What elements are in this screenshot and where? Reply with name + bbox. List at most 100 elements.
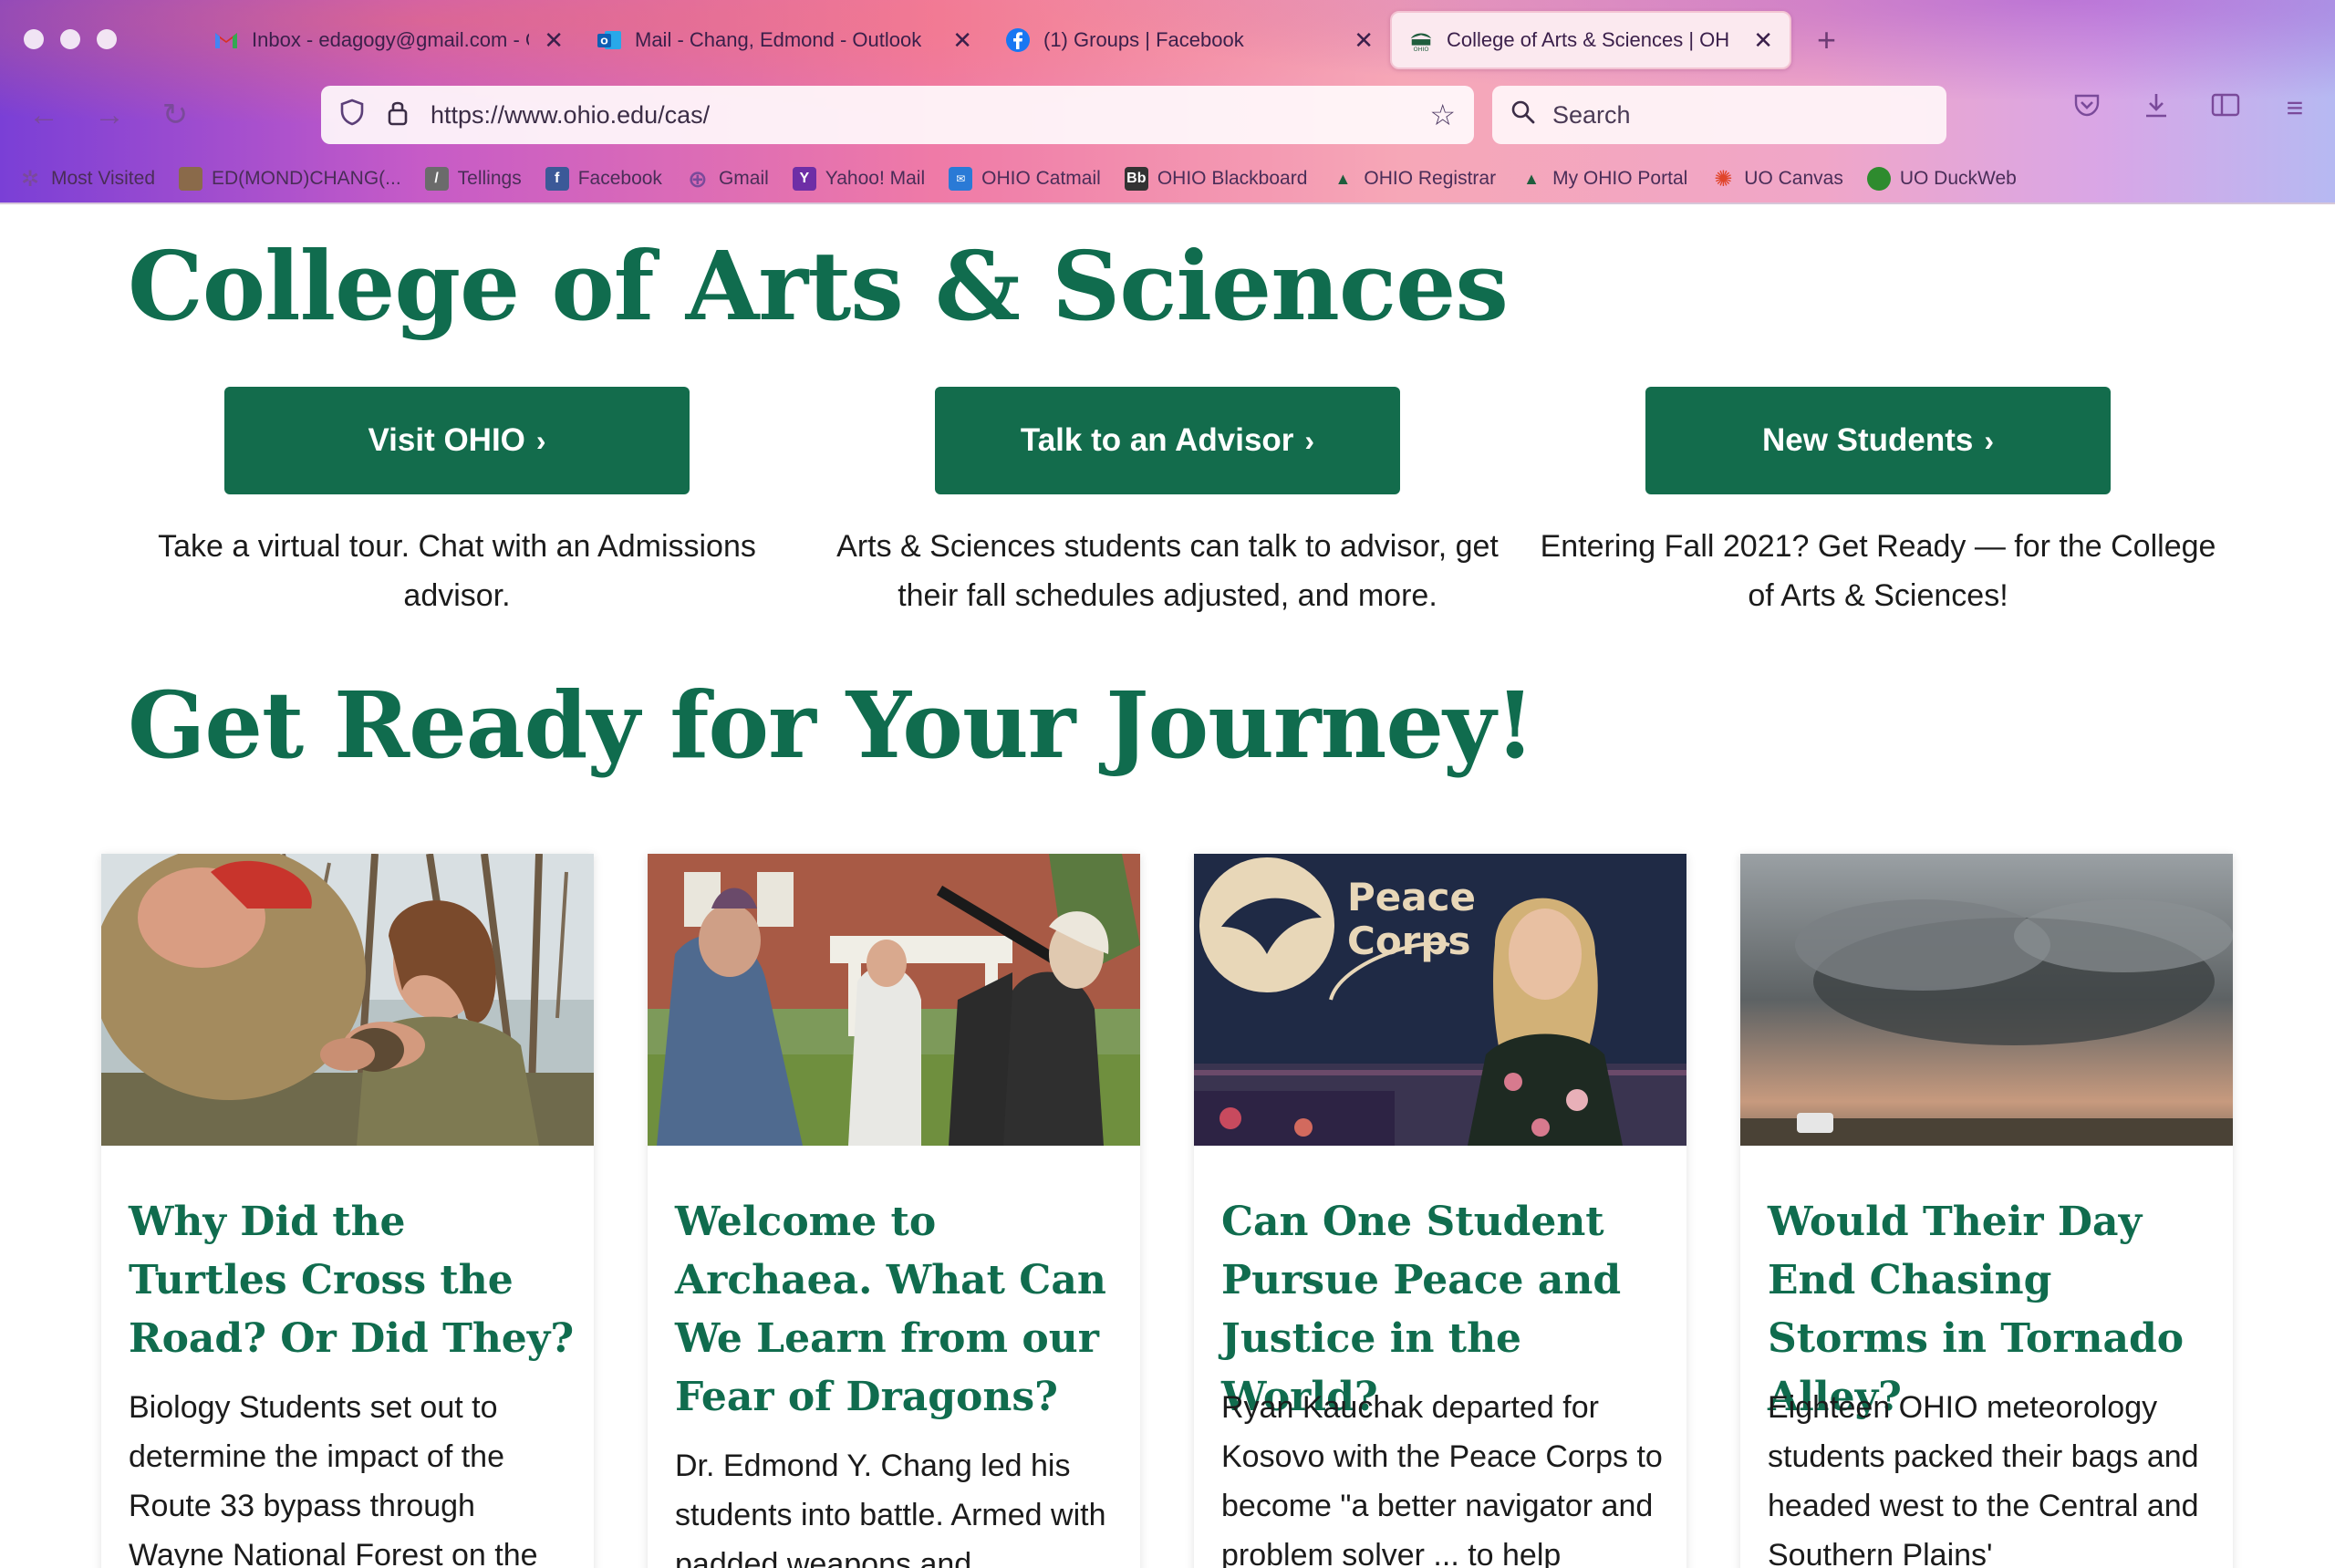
story-summary: Dr. Edmond Y. Chang led his students int… xyxy=(675,1449,1106,1568)
bookmark-tellings[interactable]: / Tellings xyxy=(424,167,522,191)
search-box[interactable]: Search xyxy=(1492,86,1946,144)
menu-icon[interactable]: ≡ xyxy=(2277,91,2313,126)
talk-to-advisor-description: Arts & Sciences students can talk to adv… xyxy=(836,529,1499,613)
tab-college-arts-sciences[interactable]: OHIO College of Arts & Sciences | OH ✕ xyxy=(1390,11,1791,69)
mail-icon: ✉ xyxy=(949,167,973,191)
url-text[interactable]: https://www.ohio.edu/cas/ xyxy=(431,101,710,130)
story-title[interactable]: Why Did the Turtles Cross the Road? Or D… xyxy=(129,1193,576,1368)
bookmark-label: Most Visited xyxy=(51,168,155,189)
tab-label: Mail - Chang, Edmond - Outlook xyxy=(635,28,922,51)
forward-arrow-icon[interactable]: → xyxy=(88,93,131,137)
yahoo-icon: Y xyxy=(792,167,816,191)
new-students-button[interactable]: New Students › xyxy=(1645,387,2111,494)
visit-ohio-description: Take a virtual tour. Chat with an Admiss… xyxy=(158,529,756,613)
toolbar-right: ≡ xyxy=(2069,91,2313,126)
search-placeholder: Search xyxy=(1552,100,1631,129)
chevron-right-icon: › xyxy=(535,423,546,457)
tab-gmail[interactable]: Inbox - edagogy@gmail.com - G ✕ xyxy=(197,11,580,69)
bookmark-star-icon[interactable]: ☆ xyxy=(1429,98,1456,132)
button-label: Talk to an Advisor xyxy=(1020,422,1294,458)
bookmark-label: UO DuckWeb xyxy=(1899,168,2017,189)
zoom-window-button[interactable] xyxy=(97,29,117,49)
page-content: College of Arts & Sciences Visit OHIO › … xyxy=(0,204,2335,1568)
facebook-icon xyxy=(1005,27,1031,53)
close-icon[interactable]: ✕ xyxy=(952,26,972,55)
story-title[interactable]: Welcome to Archaea. What Can We Learn fr… xyxy=(675,1193,1122,1427)
globe-icon: ⊕ xyxy=(688,164,708,192)
story-card-archaea[interactable]: Welcome to Archaea. What Can We Learn fr… xyxy=(648,854,1140,1568)
chevron-right-icon: › xyxy=(1304,423,1315,457)
address-bar[interactable]: https://www.ohio.edu/cas/ ☆ xyxy=(321,86,1474,144)
tab-outlook[interactable]: O Mail - Chang, Edmond - Outlook ✕ xyxy=(580,11,989,69)
bookmark-edmondchang[interactable]: ED(MOND)CHANG(... xyxy=(179,167,401,191)
talk-to-advisor-button[interactable]: Talk to an Advisor › xyxy=(935,387,1400,494)
story-card-storms[interactable]: Would Their Day End Chasing Storms in To… xyxy=(1740,854,2233,1568)
bookmark-facebook[interactable]: f Facebook xyxy=(545,167,662,191)
ohio-icon: ▲ xyxy=(1523,169,1540,188)
bookmark-label: Tellings xyxy=(457,168,522,189)
download-icon[interactable] xyxy=(2138,91,2174,126)
section-title: Get Ready for Your Journey! xyxy=(128,671,1535,779)
ohio-icon: ▲ xyxy=(1334,169,1352,188)
story-photo-turtles[interactable] xyxy=(101,854,594,1146)
bookmark-label: ED(MOND)CHANG(... xyxy=(212,168,401,189)
button-label: New Students xyxy=(1761,422,1974,458)
quill-icon: / xyxy=(424,167,449,191)
minimize-window-button[interactable] xyxy=(60,29,80,49)
bookmark-label: Yahoo! Mail xyxy=(825,168,926,189)
bookmark-label: OHIO Catmail xyxy=(981,168,1101,189)
close-icon[interactable]: ✕ xyxy=(1354,26,1374,55)
bookmark-yahoo-mail[interactable]: Y Yahoo! Mail xyxy=(792,167,926,191)
bookmark-label: Facebook xyxy=(577,168,662,189)
bookmark-uo-canvas[interactable]: ✺ UO Canvas xyxy=(1711,166,1843,192)
gear-icon: ✲ xyxy=(20,166,40,192)
new-tab-button[interactable]: + xyxy=(1817,21,1836,59)
bookmark-label: UO Canvas xyxy=(1744,168,1843,189)
bookmark-ohio-registrar[interactable]: ▲ OHIO Registrar xyxy=(1331,167,1496,191)
sidebar-icon[interactable] xyxy=(2207,91,2244,126)
story-summary: Biology Students set out to determine th… xyxy=(129,1390,538,1568)
browser-chrome: Inbox - edagogy@gmail.com - G ✕ O Mail -… xyxy=(0,0,2335,204)
story-photo-storms[interactable] xyxy=(1740,854,2233,1146)
lock-icon[interactable] xyxy=(387,99,409,132)
window-controls xyxy=(24,29,117,49)
new-students-description: Entering Fall 2021? Get Ready — for the … xyxy=(1540,529,2216,613)
story-card-peace-corps[interactable]: Peace Corps Can One Student Pursue Peace… xyxy=(1194,854,1686,1568)
facebook-icon: f xyxy=(545,167,569,191)
bookmark-most-visited[interactable]: ✲ Most Visited xyxy=(18,166,155,192)
story-summary: Ryan Kauchak departed for Kosovo with th… xyxy=(1221,1390,1663,1568)
peace-corps-logo-text: Peace Corps xyxy=(1347,875,1476,963)
close-icon[interactable]: ✕ xyxy=(1753,26,1773,55)
bookmark-gmail[interactable]: ⊕ Gmail xyxy=(686,164,769,192)
tab-label: Inbox - edagogy@gmail.com - G xyxy=(252,28,530,51)
tab-facebook[interactable]: (1) Groups | Facebook ✕ xyxy=(989,11,1390,69)
bookmark-uo-duckweb[interactable]: UO DuckWeb xyxy=(1866,167,2017,191)
bookmarks-toolbar: ✲ Most Visited ED(MOND)CHANG(... / Telli… xyxy=(18,161,2040,197)
story-card-turtles[interactable]: Why Did the Turtles Cross the Road? Or D… xyxy=(101,854,594,1568)
shield-icon[interactable] xyxy=(339,99,365,132)
bookmark-label: OHIO Blackboard xyxy=(1157,168,1308,189)
back-arrow-icon[interactable]: ← xyxy=(22,93,66,137)
canvas-icon: ✺ xyxy=(1714,166,1733,192)
svg-text:OHIO: OHIO xyxy=(1413,46,1428,53)
close-window-button[interactable] xyxy=(24,29,44,49)
gmail-icon xyxy=(213,27,239,53)
bookmark-ohio-catmail[interactable]: ✉ OHIO Catmail xyxy=(949,167,1101,191)
visit-ohio-button[interactable]: Visit OHIO › xyxy=(224,387,690,494)
navigation-toolbar: ← → ↻ https://www.ohio.edu/cas/ ☆ Search xyxy=(0,80,2335,153)
story-photo-archaea[interactable] xyxy=(648,854,1140,1146)
bookmark-my-ohio-portal[interactable]: ▲ My OHIO Portal xyxy=(1520,167,1687,191)
duck-icon xyxy=(1866,167,1891,191)
page-title: College of Arts & Sciences xyxy=(128,230,1509,342)
story-summary: Eighteen OHIO meteorology students packe… xyxy=(1768,1390,2199,1568)
pocket-icon[interactable] xyxy=(2069,91,2105,126)
ohio-icon: OHIO xyxy=(1408,27,1434,53)
outlook-icon: O xyxy=(597,27,622,53)
close-icon[interactable]: ✕ xyxy=(544,26,564,55)
bookmark-ohio-blackboard[interactable]: Bb OHIO Blackboard xyxy=(1124,167,1308,191)
chevron-right-icon: › xyxy=(1984,423,1995,457)
story-photo-peace-corps[interactable]: Peace Corps xyxy=(1194,854,1686,1146)
search-icon xyxy=(1510,99,1536,131)
tab-label: College of Arts & Sciences | OH xyxy=(1447,28,1730,51)
reload-icon[interactable]: ↻ xyxy=(153,93,197,137)
